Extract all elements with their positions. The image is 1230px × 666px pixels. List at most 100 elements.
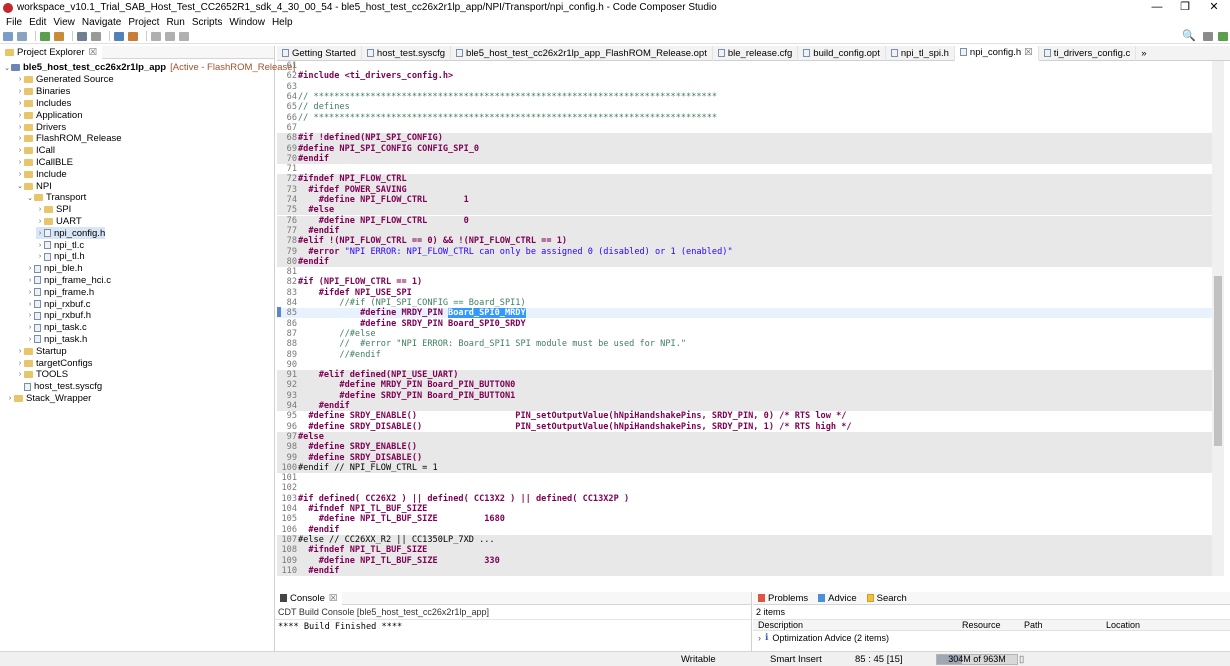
minimize-button[interactable]: —: [1143, 0, 1171, 15]
chevron-right-icon[interactable]: ›: [16, 135, 24, 142]
chevron-right-icon[interactable]: ›: [16, 159, 24, 166]
code-line[interactable]: 81: [277, 267, 1212, 277]
code-line[interactable]: 99 #define SRDY_DISABLE(): [277, 452, 1212, 463]
tree-item[interactable]: › Generated Source: [16, 74, 114, 86]
chevron-right-icon[interactable]: ›: [6, 395, 14, 402]
garbage-collect-icon[interactable]: ▯: [1019, 654, 1024, 665]
chevron-right-icon[interactable]: ›: [16, 171, 24, 178]
chevron-right-icon[interactable]: ›: [26, 301, 34, 308]
tab-problems[interactable]: Problems: [753, 592, 813, 605]
menu-window[interactable]: Window: [226, 17, 268, 28]
chevron-right-icon[interactable]: ›: [16, 147, 24, 154]
code-line[interactable]: 94 #endif: [277, 400, 1212, 412]
column-resource[interactable]: Resource: [962, 620, 1001, 630]
column-location[interactable]: Location: [1106, 620, 1140, 630]
search-toolbar-icon[interactable]: [114, 31, 124, 41]
tree-item[interactable]: › npi_frame.h: [26, 286, 94, 298]
code-line[interactable]: 85 #define MRDY_PIN Board_SPI0_MRDY: [277, 308, 1212, 319]
code-line[interactable]: 100 #endif // NPI_FLOW_CTRL = 1: [277, 462, 1212, 473]
tree-item[interactable]: › TOOLS: [16, 369, 68, 381]
menu-navigate[interactable]: Navigate: [79, 17, 124, 28]
code-line[interactable]: 82 #if (NPI_FLOW_CTRL == 1): [277, 277, 1212, 287]
code-line[interactable]: 83 #ifdef NPI_USE_SPI: [277, 288, 1212, 298]
close-icon[interactable]: ☒: [1024, 47, 1033, 58]
tree-item[interactable]: › Binaries: [16, 86, 71, 98]
code-line[interactable]: 78 #elif !(NPI_FLOW_CTRL == 0) && !(NPI_F…: [277, 236, 1212, 247]
code-line[interactable]: 93 #define SRDY_PIN Board_PIN_BUTTON1: [277, 390, 1212, 401]
scrollbar-thumb[interactable]: [1214, 276, 1222, 446]
tree-item[interactable]: › npi_task.h: [26, 334, 87, 346]
chevron-right-icon[interactable]: ›: [16, 360, 24, 367]
chevron-down-icon[interactable]: ⌄: [16, 182, 24, 190]
console-output[interactable]: **** Build Finished ****: [275, 619, 751, 634]
tree-item[interactable]: › Drivers: [16, 121, 66, 133]
code-line[interactable]: 79 #error "NPI ERROR: NPI_FLOW_CTRL can …: [277, 246, 1212, 257]
chevron-right-icon[interactable]: ›: [16, 348, 24, 355]
code-line[interactable]: 68 #if !defined(NPI_SPI_CONFIG): [277, 133, 1212, 144]
code-line[interactable]: 87 //#else: [277, 329, 1212, 339]
forward-icon[interactable]: [179, 31, 189, 41]
tab-getting-started[interactable]: Getting Started: [277, 45, 362, 61]
tab-ti-drivers-config-c[interactable]: ti_drivers_config.c: [1039, 45, 1137, 61]
tree-item[interactable]: ⌄ NPI: [16, 180, 52, 192]
tree-item[interactable]: › npi_frame_hci.c: [26, 275, 111, 287]
code-line[interactable]: 65// defines: [277, 102, 1212, 112]
tree-item[interactable]: › Application: [16, 109, 83, 121]
code-line[interactable]: 102: [277, 483, 1212, 493]
tab-overflow-button[interactable]: »: [1136, 46, 1151, 61]
project-root[interactable]: ⌄ ble5_host_test_cc26x2r1lp_app [Active …: [3, 62, 295, 74]
menu-help[interactable]: Help: [269, 17, 296, 28]
chevron-right-icon[interactable]: ›: [16, 124, 24, 131]
chevron-right-icon[interactable]: ›: [36, 253, 44, 260]
close-icon[interactable]: ☒: [89, 47, 98, 58]
menu-scripts[interactable]: Scripts: [189, 17, 226, 28]
chevron-right-icon[interactable]: ›: [16, 100, 24, 107]
column-description[interactable]: Description: [758, 620, 803, 630]
code-line[interactable]: 106 #endif: [277, 525, 1212, 535]
tab-project-explorer[interactable]: Project Explorer ☒: [0, 45, 103, 59]
back-icon[interactable]: [165, 31, 175, 41]
tab-console[interactable]: Console ☒: [275, 591, 343, 605]
column-path[interactable]: Path: [1024, 620, 1043, 630]
save-icon[interactable]: [17, 31, 27, 41]
heap-status[interactable]: 304M of 963M: [936, 654, 1018, 665]
code-line[interactable]: 96 #define SRDY_DISABLE() PIN_setOutputV…: [277, 422, 1212, 432]
problems-row[interactable]: › ℹ Optimization Advice (2 items): [753, 631, 1230, 644]
tab-advice[interactable]: Advice: [813, 592, 862, 605]
chevron-right-icon[interactable]: ›: [26, 324, 34, 331]
chevron-right-icon[interactable]: ›: [758, 633, 761, 643]
code-editor[interactable]: 61 62 #include <ti_drivers_config.h> 63 64//…: [277, 61, 1212, 576]
chevron-right-icon[interactable]: ›: [16, 88, 24, 95]
tree-item[interactable]: › npi_tl.c: [36, 239, 84, 251]
tree-item[interactable]: › npi_task.c: [26, 322, 87, 334]
tree-item[interactable]: › Stack_Wrapper: [6, 393, 91, 405]
code-line[interactable]: 75 #else: [277, 205, 1212, 216]
tree-item[interactable]: › npi_rxbuf.c: [26, 298, 91, 310]
code-line[interactable]: 103 #if defined( CC26X2 ) || defined( CC1…: [277, 494, 1212, 504]
chevron-right-icon[interactable]: ›: [36, 242, 44, 249]
tab-npi-tl-spi-h[interactable]: npi_tl_spi.h: [886, 45, 955, 61]
code-line[interactable]: 95 #define SRDY_ENABLE() PIN_setOutputVa…: [277, 411, 1212, 421]
editor-vertical-scrollbar[interactable]: [1212, 61, 1224, 576]
code-line[interactable]: 63: [277, 82, 1212, 92]
chevron-right-icon[interactable]: ›: [16, 112, 24, 119]
chevron-down-icon[interactable]: ⌄: [3, 64, 11, 72]
tree-item[interactable]: › FlashROM_Release: [16, 133, 122, 145]
code-line[interactable]: 74 #define NPI_FLOW_CTRL 1: [277, 194, 1212, 206]
code-line[interactable]: 77 #endif: [277, 225, 1212, 237]
tree-item[interactable]: › npi_config.h: [36, 227, 106, 240]
code-line[interactable]: 109 #define NPI_TL_BUF_SIZE 330: [277, 555, 1212, 566]
code-line[interactable]: 80 #endif: [277, 256, 1212, 267]
new-icon[interactable]: [3, 31, 13, 41]
chevron-down-icon[interactable]: ⌄: [26, 194, 34, 202]
maximize-button[interactable]: ❐: [1171, 0, 1199, 15]
tree-item[interactable]: › Include: [16, 168, 67, 180]
tree-item[interactable]: › Startup: [16, 345, 67, 357]
code-line[interactable]: 108 #ifndef NPI_TL_BUF_SIZE: [277, 545, 1212, 556]
code-line[interactable]: 64// ***********************************…: [277, 92, 1212, 102]
tab-flashrom-opt[interactable]: ble5_host_test_cc26x2r1lp_app_FlashROM_R…: [451, 45, 713, 61]
code-line[interactable]: 97 #else: [277, 431, 1212, 443]
tree-item[interactable]: host_test.syscfg: [16, 381, 102, 393]
menu-view[interactable]: View: [50, 17, 78, 28]
search-icon[interactable]: 🔍: [1182, 30, 1196, 42]
